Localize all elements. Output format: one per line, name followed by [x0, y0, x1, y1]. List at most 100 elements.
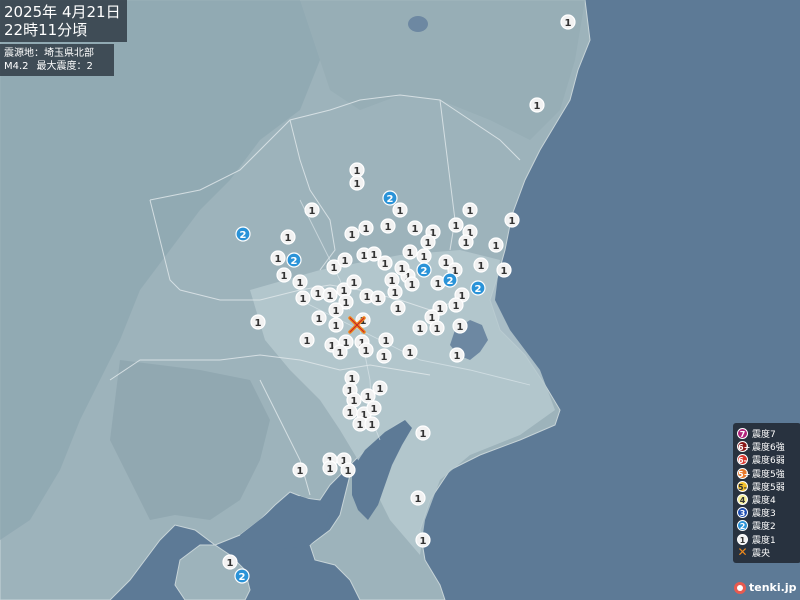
intensity-marker[interactable]: 1: [420, 234, 436, 250]
intensity-marker[interactable]: 2: [442, 272, 458, 288]
intensity-marker[interactable]: 1: [416, 248, 432, 264]
intensity-marker[interactable]: 1: [429, 320, 445, 336]
intensity-marker-label: 1: [304, 336, 311, 347]
intensity-marker[interactable]: 1: [358, 342, 374, 358]
intensity-marker-label: 2: [291, 256, 298, 267]
intensity-marker-label: 1: [349, 230, 356, 241]
intensity-marker-label: 1: [454, 351, 461, 362]
intensity-marker-label: 1: [453, 301, 460, 312]
intensity-marker[interactable]: 1: [473, 257, 489, 273]
intensity-marker[interactable]: 1: [384, 272, 400, 288]
legend-row: 4 震度4: [737, 493, 797, 506]
legend-label: 震度1: [752, 535, 776, 546]
intensity-marker[interactable]: 1: [392, 202, 408, 218]
intensity-marker[interactable]: 2: [470, 280, 486, 296]
intensity-marker[interactable]: 2: [382, 190, 398, 206]
intensity-marker[interactable]: 1: [280, 229, 296, 245]
intensity-marker[interactable]: 1: [322, 460, 338, 476]
intensity-marker[interactable]: 1: [364, 416, 380, 432]
intensity-marker-label: 1: [333, 306, 340, 317]
intensity-marker[interactable]: 1: [448, 217, 464, 233]
intensity-marker-label: 2: [447, 276, 454, 287]
intensity-marker[interactable]: 1: [529, 97, 545, 113]
intensity-marker[interactable]: 1: [496, 262, 512, 278]
intensity-marker[interactable]: 1: [358, 220, 374, 236]
intensity-marker[interactable]: 1: [448, 297, 464, 313]
intensity-marker[interactable]: 2: [235, 226, 251, 242]
intensity-marker[interactable]: 1: [250, 314, 266, 330]
intensity-marker[interactable]: 1: [337, 252, 353, 268]
intensity-marker[interactable]: 1: [295, 290, 311, 306]
intensity-marker[interactable]: 1: [415, 425, 431, 441]
intensity-marker[interactable]: 1: [332, 344, 348, 360]
intensity-marker[interactable]: 2: [286, 252, 302, 268]
intensity-marker-label: 1: [434, 324, 441, 335]
intensity-marker-label: 1: [337, 348, 344, 359]
intensity-marker[interactable]: 1: [415, 532, 431, 548]
intensity-marker-label: 1: [420, 536, 427, 547]
intensity-marker[interactable]: 1: [380, 218, 396, 234]
intensity-marker[interactable]: 1: [349, 162, 365, 178]
intensity-marker[interactable]: 1: [366, 400, 382, 416]
intensity-marker[interactable]: 1: [378, 332, 394, 348]
intensity-marker[interactable]: 1: [377, 255, 393, 271]
intensity-marker[interactable]: 1: [222, 554, 238, 570]
intensity-marker[interactable]: 1: [372, 380, 388, 396]
intensity-marker[interactable]: 1: [342, 404, 358, 420]
intensity-marker[interactable]: 1: [390, 300, 406, 316]
intensity-marker[interactable]: 1: [292, 274, 308, 290]
intensity-marker[interactable]: 1: [410, 490, 426, 506]
legend-label: 震度5強: [752, 469, 785, 480]
intensity-marker[interactable]: 1: [344, 226, 360, 242]
intensity-marker[interactable]: 2: [234, 568, 250, 584]
intensity-marker[interactable]: 1: [560, 14, 576, 30]
intensity-marker[interactable]: 1: [311, 310, 327, 326]
intensity-marker[interactable]: 1: [349, 175, 365, 191]
tenki-logo[interactable]: tenki.jp: [734, 581, 796, 594]
intensity-marker-label: 1: [392, 288, 399, 299]
intensity-marker-label: 1: [420, 429, 427, 440]
intensity-marker[interactable]: 1: [402, 244, 418, 260]
legend-badge: 6+: [737, 441, 751, 453]
japan-kanto-map[interactable]: 11112121 111 11 1 1 1111 11 2111 1 111 112 1 1 1111 22…: [0, 0, 800, 600]
intensity-marker-label: 1: [343, 298, 350, 309]
intensity-marker[interactable]: 1: [394, 260, 410, 276]
intensity-marker[interactable]: 1: [452, 318, 468, 334]
intensity-marker-label: 1: [383, 336, 390, 347]
intensity-marker[interactable]: 1: [270, 250, 286, 266]
intensity-marker[interactable]: 1: [304, 202, 320, 218]
intensity-marker[interactable]: 1: [328, 317, 344, 333]
intensity-marker[interactable]: 1: [462, 202, 478, 218]
lake-inawashiro: [408, 16, 428, 32]
intensity-marker[interactable]: 1: [340, 462, 356, 478]
intensity-marker-label: 2: [239, 572, 246, 583]
intensity-marker[interactable]: 1: [292, 462, 308, 478]
intensity-marker[interactable]: 1: [407, 220, 423, 236]
intensity-marker[interactable]: 1: [458, 234, 474, 250]
intensity-marker[interactable]: 1: [404, 276, 420, 292]
intensity-marker[interactable]: 1: [449, 347, 465, 363]
intensity-marker[interactable]: 1: [412, 320, 428, 336]
intensity-marker[interactable]: 1: [346, 274, 362, 290]
intensity-marker[interactable]: 1: [328, 302, 344, 318]
intensity-marker-label: 1: [354, 179, 361, 190]
intensity-marker[interactable]: 1: [299, 332, 315, 348]
intensity-marker-label: 1: [395, 304, 402, 315]
intensity-marker[interactable]: 1: [276, 267, 292, 283]
intensity-marker-label: 1: [435, 279, 442, 290]
legend-row: ✕ 震央: [737, 546, 797, 559]
intensity-marker[interactable]: 2: [416, 262, 432, 278]
intensity-marker[interactable]: 1: [402, 344, 418, 360]
legend-row: 6+ 震度6強: [737, 440, 797, 453]
intensity-marker[interactable]: 1: [488, 237, 504, 253]
intensity-legend: 7 震度7 6+ 震度6強 6- 震度6弱 5+ 震度5強 5- 震度5弱 4 震度4 3 震度3 2 震度2…: [733, 423, 800, 563]
intensity-marker[interactable]: 1: [376, 348, 392, 364]
legend-badge: 3: [737, 507, 748, 519]
legend-row: 7 震度7: [737, 427, 797, 440]
intensity-marker-label: 1: [363, 346, 370, 357]
intensity-marker[interactable]: 1: [504, 212, 520, 228]
intensity-marker[interactable]: 1: [322, 287, 338, 303]
intensity-marker-label: 1: [365, 392, 372, 403]
intensity-marker-label: 1: [297, 278, 304, 289]
intensity-marker[interactable]: 1: [370, 290, 386, 306]
